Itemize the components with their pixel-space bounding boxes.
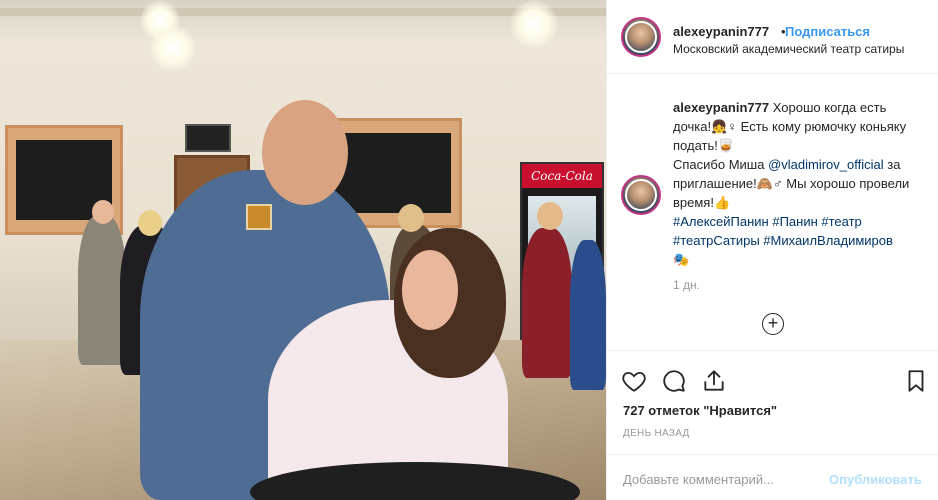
comment-input[interactable]: Добавьте комментарий... — [623, 472, 774, 487]
ceiling-light — [150, 25, 196, 71]
publish-button[interactable]: Опубликовать — [829, 472, 922, 487]
follow-button[interactable]: Подписаться — [785, 24, 870, 39]
girl-face — [402, 250, 458, 330]
background-person-head — [138, 210, 162, 236]
caption-text: alexeypanin777 Хорошо когда есть дочка!👧… — [673, 98, 913, 269]
bookmark-icon[interactable] — [903, 368, 929, 394]
background-person-head — [92, 200, 114, 224]
share-icon[interactable] — [701, 368, 727, 394]
action-bar: 727 отметок "Нравится" ДЕНЬ НАЗАД — [607, 350, 938, 470]
man-head — [262, 100, 348, 205]
caption-line2-pre: Спасибо Миша — [673, 157, 769, 172]
background-person-head — [398, 204, 424, 232]
post-sidebar: alexeypanin777 • Подписаться Московский … — [606, 0, 938, 500]
heart-icon[interactable] — [621, 368, 647, 394]
post-date[interactable]: ДЕНЬ НАЗАД — [623, 428, 690, 439]
portrait-canvas — [331, 133, 451, 213]
background-person — [78, 215, 126, 365]
post-header: alexeypanin777 • Подписаться Московский … — [607, 0, 938, 74]
caption-avatar[interactable] — [621, 175, 661, 215]
author-username[interactable]: alexeypanin777 — [673, 24, 769, 39]
background-person — [522, 228, 572, 378]
add-comment-bar: Добавьте комментарий... Опубликовать — [607, 454, 938, 500]
caption-time[interactable]: 1 дн. — [673, 278, 700, 292]
background-person-head — [537, 202, 563, 230]
fridge-sign: Coca-Cola — [522, 164, 602, 188]
load-more-comments-icon[interactable]: + — [762, 313, 784, 335]
shot-glass — [246, 204, 272, 230]
caption-username[interactable]: alexeypanin777 — [673, 100, 769, 115]
likes-count[interactable]: 727 отметок "Нравится" — [623, 403, 777, 418]
background-person — [570, 240, 606, 390]
comment-icon[interactable] — [661, 368, 687, 394]
author-avatar[interactable] — [621, 17, 661, 57]
wall-tv — [185, 124, 231, 152]
caption-emoji-end: 🎭 — [673, 252, 690, 267]
post-photo[interactable]: Coca-Cola — [0, 0, 606, 500]
post-location[interactable]: Московский академический театр сатиры — [673, 42, 904, 56]
ceiling-light — [510, 0, 558, 48]
caption-hashtags[interactable]: #АлексейПанин #Панин #театр #театрСатиры… — [673, 214, 893, 248]
caption-mention[interactable]: @vladimirov_official — [768, 157, 884, 172]
